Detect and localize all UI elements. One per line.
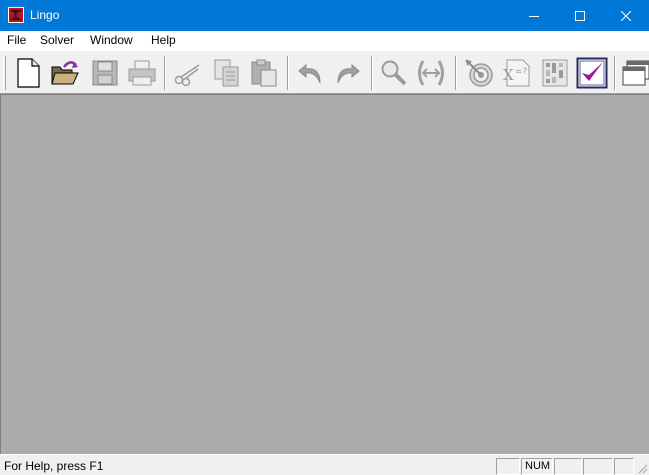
status-num-indicator: NUM: [521, 458, 553, 475]
undo-icon: [298, 63, 321, 84]
window-cascade-button[interactable]: [619, 56, 649, 90]
maximize-button[interactable]: [557, 0, 603, 31]
toolbar: X =?: [0, 50, 649, 94]
copy-button[interactable]: [210, 56, 244, 90]
save-button[interactable]: [88, 56, 122, 90]
status-help-text: For Help, press F1: [4, 459, 104, 473]
toolbar-grip[interactable]: [3, 56, 6, 90]
status-pane: [614, 458, 634, 475]
match-parenthesis-icon: [418, 60, 444, 86]
resize-grip-icon[interactable]: [636, 462, 648, 474]
formula-button[interactable]: X =?: [499, 56, 533, 90]
menu-window[interactable]: Window: [90, 33, 133, 47]
mdi-workspace[interactable]: [0, 94, 649, 454]
status-bar: For Help, press F1 NUM: [0, 454, 649, 475]
open-folder-icon: [51, 61, 79, 85]
cut-button[interactable]: [170, 56, 204, 90]
copy-icon: [214, 59, 239, 87]
print-icon: [128, 60, 156, 86]
paste-button[interactable]: [247, 56, 281, 90]
solve-button[interactable]: [462, 56, 496, 90]
open-button[interactable]: [48, 56, 82, 90]
status-pane: [496, 458, 520, 475]
options-button[interactable]: [575, 56, 609, 90]
close-icon: [621, 10, 631, 21]
status-pane: [583, 458, 613, 475]
toolbar-separator: [164, 56, 166, 90]
match-parenthesis-button[interactable]: [414, 56, 448, 90]
lingo-app-icon[interactable]: [8, 7, 24, 23]
menu-solver[interactable]: Solver: [40, 33, 74, 47]
print-button[interactable]: [125, 56, 159, 90]
redo-icon: [337, 63, 360, 84]
window-title: Lingo: [30, 8, 60, 22]
toolbar-separator: [455, 56, 457, 90]
toolbar-separator: [371, 56, 373, 90]
menu-bar: File Solver Window Help: [0, 31, 649, 50]
svg-text:X: X: [503, 66, 514, 84]
toolbar-separator: [614, 56, 616, 90]
new-document-icon: [17, 58, 40, 88]
menu-help[interactable]: Help: [151, 33, 176, 47]
minimize-icon: [529, 15, 539, 17]
solve-target-icon: [465, 59, 493, 87]
menu-file[interactable]: File: [7, 33, 26, 47]
cut-scissors-icon: [174, 64, 200, 87]
svg-text:=?: =?: [515, 67, 528, 77]
save-disk-icon: [92, 60, 118, 86]
new-button[interactable]: [11, 56, 45, 90]
window-cascade-icon: [622, 60, 649, 86]
status-pane: [554, 458, 582, 475]
undo-button[interactable]: [294, 56, 328, 90]
maximize-icon: [575, 10, 585, 21]
title-bar: Lingo: [0, 0, 649, 31]
toolbar-separator: [287, 56, 289, 90]
close-button[interactable]: [603, 0, 649, 31]
find-button[interactable]: [377, 56, 411, 90]
options-checkmark-icon: [576, 57, 608, 89]
matrix-picture-button[interactable]: [538, 56, 572, 90]
paste-icon: [251, 59, 277, 87]
find-magnifier-icon: [381, 60, 407, 86]
matrix-picture-icon: [542, 59, 568, 87]
formula-icon: X =?: [503, 59, 530, 87]
minimize-button[interactable]: [511, 0, 557, 31]
redo-button[interactable]: [330, 56, 364, 90]
